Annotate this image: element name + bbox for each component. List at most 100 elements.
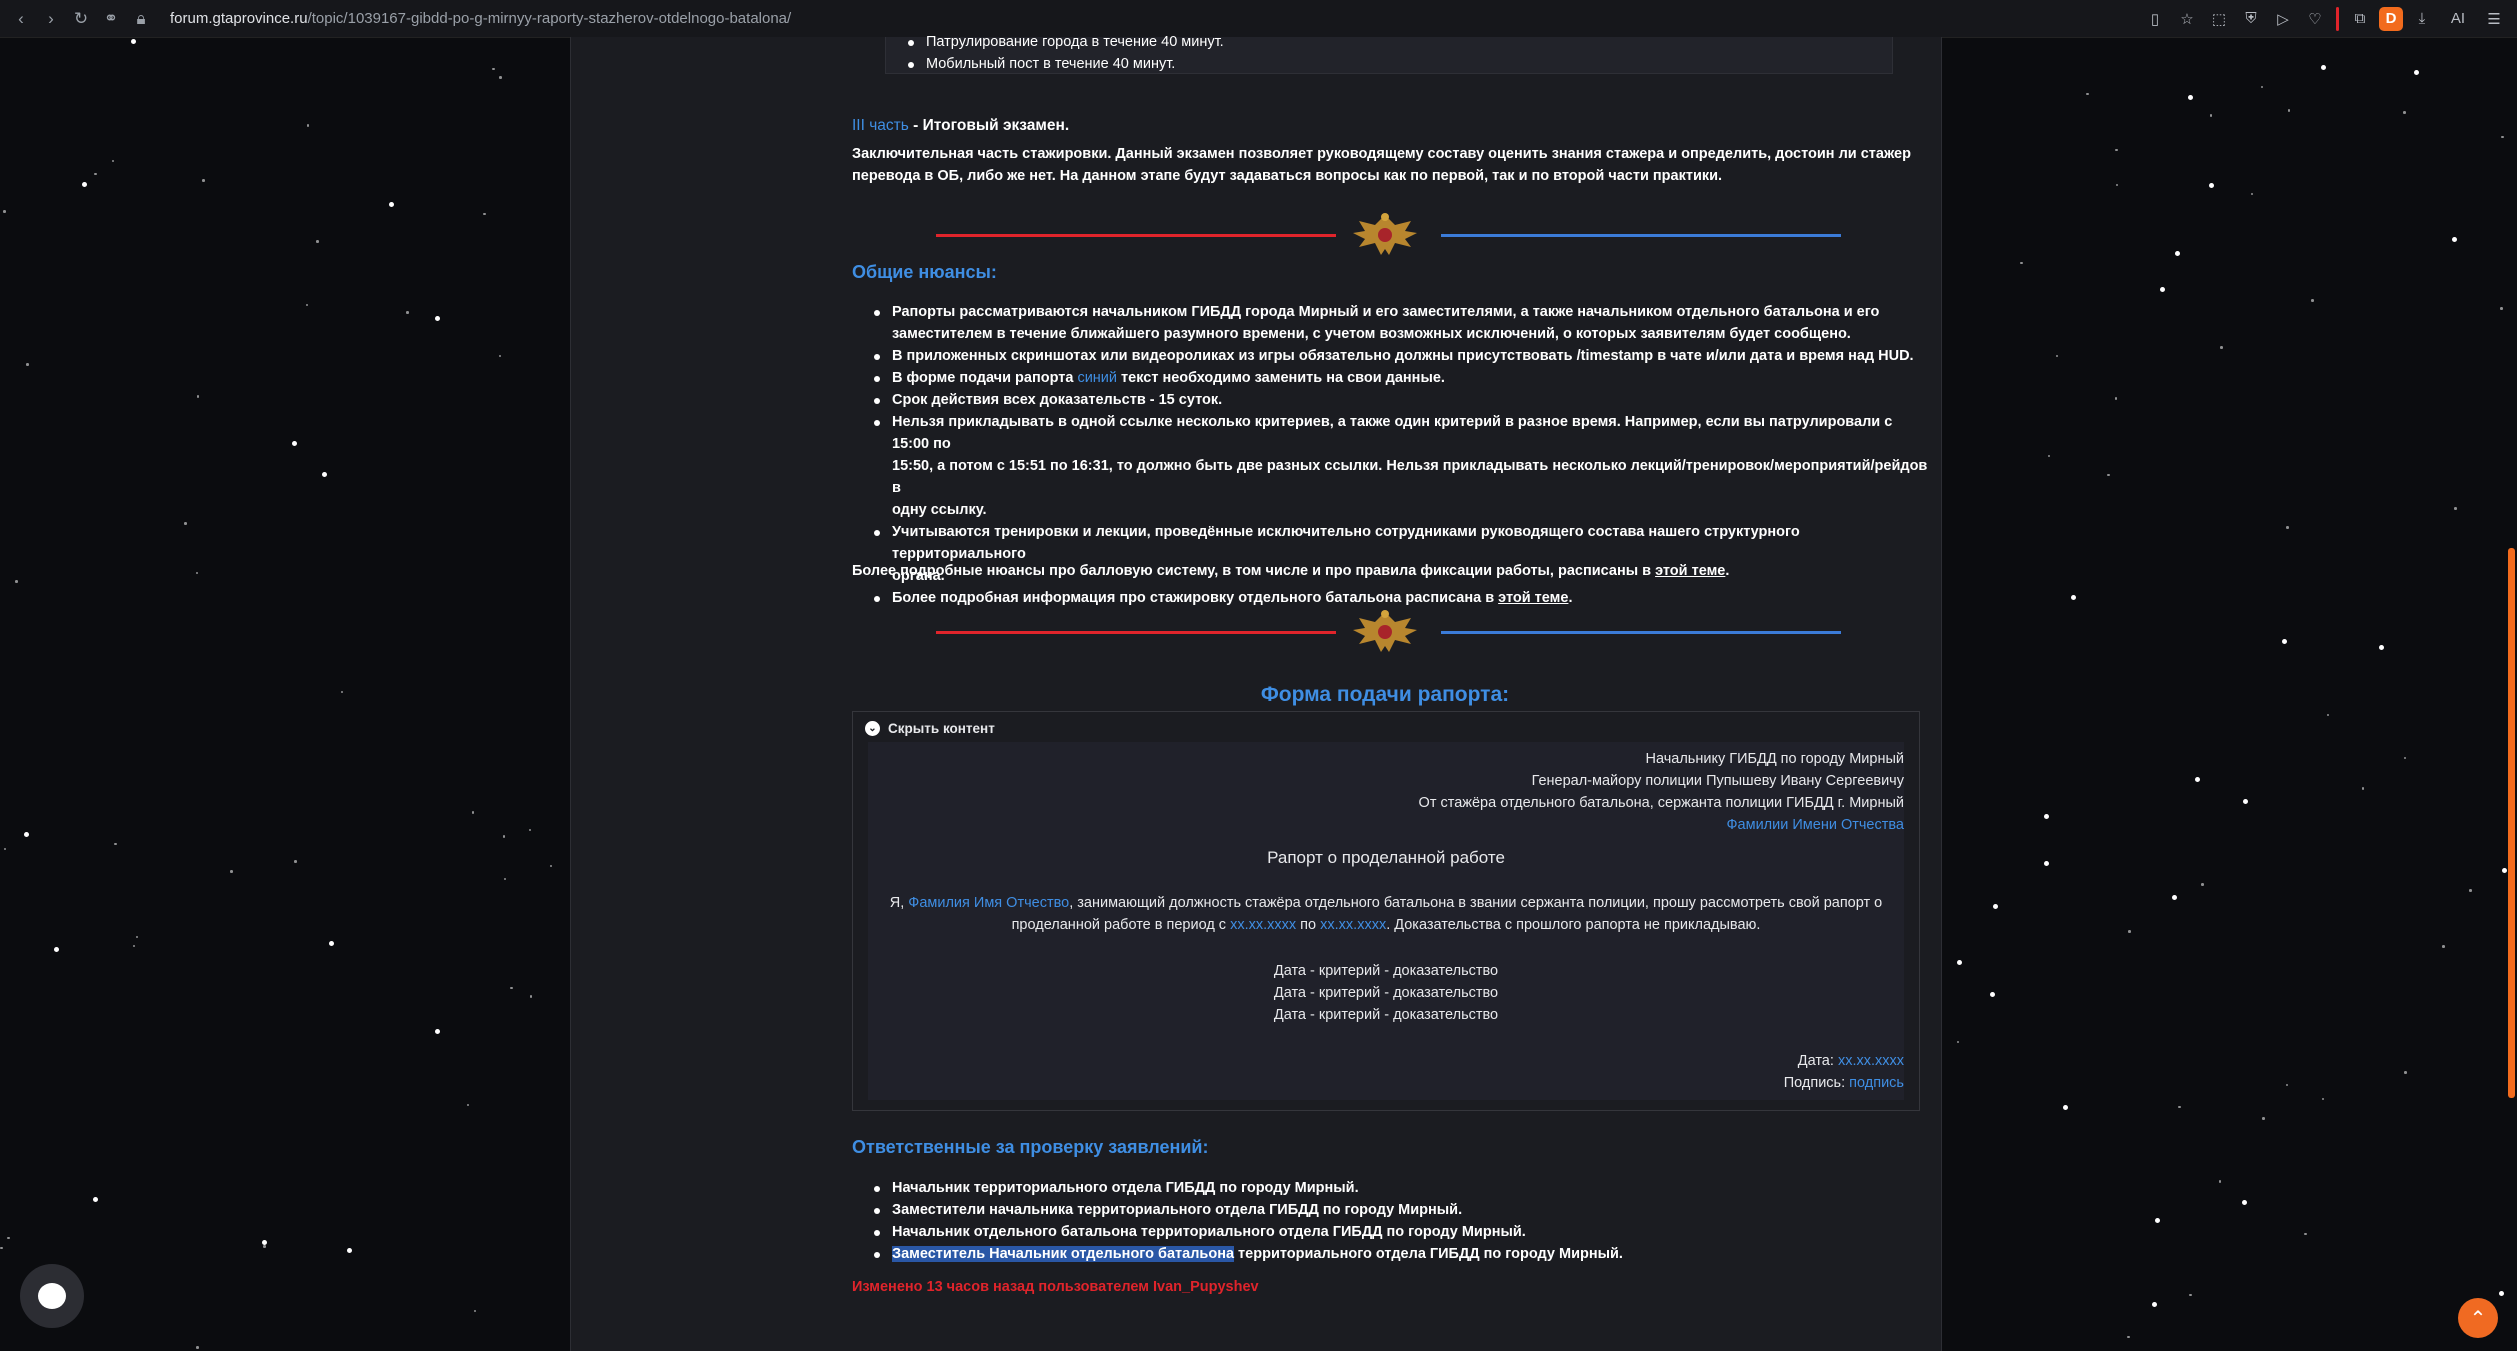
report-body: Я, Фамилия Имя Отчество, занимающий долж… xyxy=(868,892,1904,936)
ai-button[interactable]: AI xyxy=(2441,6,2475,32)
star-dot xyxy=(2260,85,2264,89)
bookmark-icon[interactable]: ☆ xyxy=(2174,6,2200,32)
recipient-block: Начальнику ГИБДД по городу Мирный Генера… xyxy=(1419,748,1904,836)
footer-text: Более подробные нюансы про балловую сист… xyxy=(852,563,1656,579)
star-dot xyxy=(435,315,441,321)
download-icon[interactable]: ⤓ xyxy=(2409,6,2435,32)
star-dot xyxy=(483,212,486,216)
sidebar-icon[interactable]: ▯ xyxy=(2142,6,2168,32)
star-dot xyxy=(82,181,88,187)
star-dot xyxy=(2281,638,2287,644)
part3-text: Заключительная часть стажировки. Данный … xyxy=(852,143,1911,187)
star-dot xyxy=(196,395,200,398)
play-icon[interactable]: ▷ xyxy=(2270,6,2296,32)
page-scrollbar[interactable] xyxy=(2508,548,2515,1098)
divider-blue xyxy=(1441,234,1841,237)
star-dot xyxy=(2452,237,2458,243)
scroll-top-button[interactable]: ⌃ xyxy=(2458,1298,2498,1338)
date-value: xx.xx.xxxx xyxy=(1837,1053,1904,1069)
star-dot xyxy=(2160,287,2165,292)
topic-link[interactable]: этой теме xyxy=(1498,590,1568,606)
star-dot xyxy=(263,1245,266,1248)
star-dot xyxy=(471,811,475,814)
star-dot xyxy=(434,1029,440,1035)
report-form-box: ⌄ Скрыть контент Начальнику ГИБДД по гор… xyxy=(852,711,1920,1111)
star-dot xyxy=(2115,183,2119,187)
part3-label: III часть xyxy=(852,117,909,134)
profile-badge[interactable]: D xyxy=(2379,6,2403,31)
star-dot xyxy=(184,522,187,525)
screenshot-icon[interactable]: ⬚ xyxy=(2206,6,2232,32)
star-dot xyxy=(54,947,60,953)
star-dot xyxy=(135,935,139,939)
part3-line: Заключительная часть стажировки. Данный … xyxy=(852,146,1911,162)
star-dot xyxy=(2189,1293,2192,1297)
star-dot xyxy=(2326,713,2330,717)
part3-title: - Итоговый экзамен. xyxy=(908,117,1070,134)
heart-icon[interactable]: ♡ xyxy=(2302,6,2328,32)
star-dot xyxy=(466,1103,470,1107)
lock-icon[interactable]: 🔒︎ xyxy=(128,6,154,32)
eagle-emblem-icon xyxy=(1353,213,1417,255)
star-dot xyxy=(2107,473,2110,477)
star-dot xyxy=(306,124,310,127)
star-dot xyxy=(2502,867,2508,873)
list-text: текст необходимо заменить на свои данные… xyxy=(1117,370,1445,386)
star-dot xyxy=(2241,1200,2247,1206)
part3-line: перевода в ОБ, либо же нет. На данном эт… xyxy=(852,168,1723,184)
star-dot xyxy=(305,303,309,307)
star-dot xyxy=(111,159,115,163)
reload-icon[interactable]: ↻ xyxy=(68,6,94,32)
star-dot xyxy=(294,860,297,863)
star-dot xyxy=(2287,109,2291,112)
list-line: Нельзя прикладывать в одной ссылке неско… xyxy=(892,414,1893,452)
star-dot xyxy=(549,864,553,868)
extensions-icon[interactable]: ⧉ xyxy=(2347,6,2373,32)
star-dot xyxy=(2404,1071,2407,1074)
star-dot xyxy=(2208,182,2214,188)
star-dot xyxy=(499,76,502,79)
hide-content-toggle[interactable]: ⌄ Скрыть контент xyxy=(865,721,995,736)
star-dot xyxy=(329,940,335,946)
shield-icon[interactable]: ⛨ xyxy=(2238,6,2264,32)
toolbar-right: ▯ ☆ ⬚ ⛨ ▷ ♡ ⧉ D ⤓ AI ☰ xyxy=(2142,0,2507,37)
star-dot xyxy=(2071,595,2077,601)
star-dot xyxy=(2043,814,2049,820)
criteria-line: Дата - критерий - доказательство xyxy=(1273,985,1499,1001)
star-dot xyxy=(2155,1217,2161,1223)
top-list: Патрулирование города в течение 40 минут… xyxy=(886,31,1892,75)
list-item: В форме подачи рапорта синий текст необх… xyxy=(852,367,1932,389)
selected-text: Заместитель Начальник отдельного батальо… xyxy=(892,1246,1235,1262)
body-text: по xyxy=(1296,917,1321,933)
star-dot xyxy=(2114,397,2118,400)
menu-icon[interactable]: ☰ xyxy=(2481,6,2507,32)
recipient-line: Начальнику ГИБДД по городу Мирный xyxy=(1645,751,1904,767)
star-dot xyxy=(322,472,328,478)
divider-red xyxy=(936,234,1336,237)
responsible-title: Ответственные за проверку заявлений: xyxy=(852,1137,1209,1157)
star-dot xyxy=(2361,787,2365,790)
star-dot xyxy=(23,832,29,838)
address-bar[interactable]: forum.gtaprovince.ru/topic/1039167-gibdd… xyxy=(170,10,791,27)
edited-note: Изменено 13 часов назад пользователем Iv… xyxy=(852,1279,1259,1295)
chevron-up-icon: ⌃ xyxy=(2469,1307,2487,1330)
chat-button[interactable] xyxy=(20,1264,84,1328)
star-dot xyxy=(114,842,117,846)
body-name: Фамилия Имя Отчество xyxy=(908,895,1070,911)
star-dot xyxy=(2413,70,2419,76)
star-dot xyxy=(2285,1083,2289,1087)
site-info-icon[interactable]: ⚭ xyxy=(98,6,124,32)
back-icon[interactable]: ‹ xyxy=(8,6,34,32)
star-dot xyxy=(2286,526,2289,529)
topic-link[interactable]: этой теме xyxy=(1655,563,1725,579)
form-title: Форма подачи рапорта: xyxy=(1260,683,1510,706)
list-item: Заместители начальника территориального … xyxy=(852,1199,1932,1221)
forward-icon[interactable]: › xyxy=(38,6,64,32)
star-dot xyxy=(196,1346,199,1349)
divider-blue xyxy=(1441,631,1841,634)
chevron-down-icon: ⌄ xyxy=(865,721,880,736)
list-line: В приложенных скриншотах или видеоролика… xyxy=(892,348,1914,364)
star-dot xyxy=(2188,95,2194,101)
list-line: заместителем в течение ближайшего разумн… xyxy=(892,326,1851,342)
blue-word: синий xyxy=(1077,370,1117,386)
